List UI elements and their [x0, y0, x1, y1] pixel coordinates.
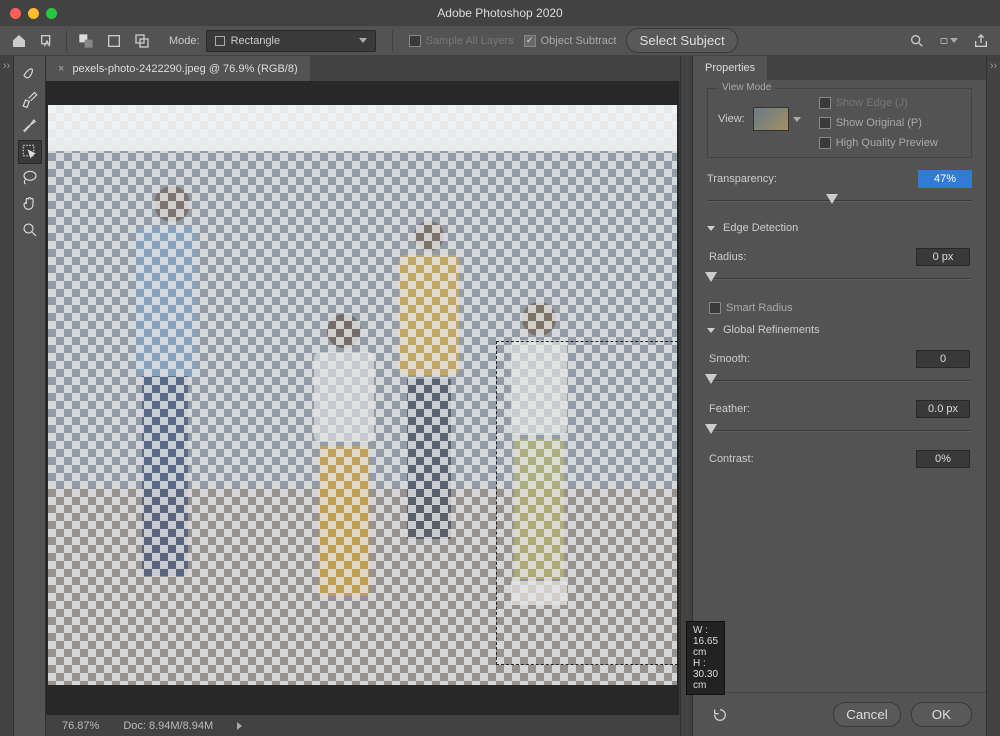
title-bar: Adobe Photoshop 2020	[0, 0, 1000, 26]
brush-tool[interactable]	[18, 114, 42, 138]
feather-value[interactable]: 0.0 px	[916, 400, 970, 418]
chevron-down-icon	[950, 38, 958, 43]
home-icon[interactable]	[10, 32, 28, 50]
left-dock-strip: ››	[0, 56, 14, 736]
transparency-slider[interactable]	[707, 190, 972, 212]
chevron-down-icon	[707, 328, 715, 333]
close-tab-icon[interactable]: ×	[58, 63, 64, 75]
document-tab-title: pexels-photo-2422290.jpeg @ 76.9% (RGB/8…	[72, 63, 297, 75]
chevron-down-icon	[359, 38, 367, 43]
right-dock-strip: ››	[986, 56, 1000, 736]
mode-dropdown[interactable]: Rectangle	[206, 30, 376, 52]
share-icon[interactable]	[972, 32, 990, 50]
smooth-label: Smooth:	[709, 353, 750, 365]
feather-slider[interactable]	[709, 420, 970, 442]
search-icon[interactable]	[908, 32, 926, 50]
quick-selection-tool[interactable]	[18, 62, 42, 86]
view-thumbnail-dropdown[interactable]	[753, 107, 801, 131]
mode-label: Mode:	[169, 35, 200, 47]
rectangle-icon	[215, 36, 225, 46]
properties-tab[interactable]: Properties	[693, 56, 767, 80]
status-bar: 76.87% Doc: 8.94M/8.94M	[46, 715, 680, 736]
selection-marquee[interactable]	[496, 341, 678, 665]
panel-footer: Cancel OK	[693, 692, 986, 736]
zoom-tool[interactable]	[18, 218, 42, 242]
object-subtract-check[interactable]: Object Subtract	[524, 35, 617, 47]
mode-value: Rectangle	[231, 35, 281, 47]
ok-button[interactable]: OK	[911, 702, 972, 727]
transparency-label: Transparency:	[707, 173, 777, 185]
layout-icon[interactable]	[940, 32, 958, 50]
high-quality-preview-check[interactable]: High Quality Preview	[819, 137, 938, 149]
tool-icon[interactable]	[38, 32, 56, 50]
selection-intersect-icon[interactable]	[133, 32, 151, 50]
select-subject-button[interactable]: Select Subject	[626, 28, 737, 53]
contrast-value[interactable]: 0%	[916, 450, 970, 468]
radius-label: Radius:	[709, 251, 746, 263]
global-refinements-header[interactable]: Global Refinements	[707, 324, 972, 336]
status-doc-size[interactable]: Doc: 8.94M/8.94M	[123, 720, 213, 732]
feather-label: Feather:	[709, 403, 750, 415]
transparency-value[interactable]: 47%	[918, 170, 972, 188]
radius-value[interactable]: 0 px	[916, 248, 970, 266]
panel-tabs: Properties	[693, 56, 986, 80]
document-tab[interactable]: × pexels-photo-2422290.jpeg @ 76.9% (RGB…	[46, 56, 310, 81]
selection-dimensions-tooltip: W : 16.65 cm H : 30.30 cm	[686, 621, 725, 695]
selection-add-icon[interactable]	[77, 32, 95, 50]
work-area: × pexels-photo-2422290.jpeg @ 76.9% (RGB…	[46, 56, 680, 736]
refine-edge-brush-tool[interactable]	[18, 88, 42, 112]
smooth-slider[interactable]	[709, 370, 970, 392]
smooth-value[interactable]: 0	[916, 350, 970, 368]
view-thumbnail	[753, 107, 789, 131]
properties-panel: Properties View Mode View: Show Edge (J)…	[692, 56, 986, 736]
view-mode-group: View Mode View: Show Edge (J) Show Origi…	[707, 88, 972, 158]
tool-palette	[14, 56, 46, 736]
edge-detection-header[interactable]: Edge Detection	[707, 222, 972, 234]
lasso-tool[interactable]	[18, 166, 42, 190]
show-edge-check: Show Edge (J)	[819, 97, 938, 109]
show-original-check[interactable]: Show Original (P)	[819, 117, 938, 129]
document-tabs: × pexels-photo-2422290.jpeg @ 76.9% (RGB…	[46, 56, 680, 81]
contrast-label: Contrast:	[709, 453, 754, 465]
chevron-right-icon[interactable]	[237, 722, 242, 730]
view-label: View:	[718, 113, 745, 125]
chevron-down-icon	[707, 226, 715, 231]
selection-subtract-icon[interactable]	[105, 32, 123, 50]
reset-icon[interactable]	[711, 706, 729, 724]
chevron-down-icon	[793, 117, 801, 122]
app-title: Adobe Photoshop 2020	[0, 6, 1000, 20]
hand-tool[interactable]	[18, 192, 42, 216]
status-zoom[interactable]: 76.87%	[62, 720, 99, 732]
sample-all-layers-check[interactable]: Sample All Layers	[409, 35, 514, 47]
radius-slider[interactable]	[709, 268, 970, 290]
smart-radius-check[interactable]: Smart Radius	[709, 302, 970, 314]
cancel-button[interactable]: Cancel	[833, 702, 901, 727]
object-selection-tool[interactable]	[18, 140, 42, 164]
view-mode-legend: View Mode	[718, 82, 775, 93]
options-bar: Mode: Rectangle Sample All Layers Object…	[0, 26, 1000, 56]
